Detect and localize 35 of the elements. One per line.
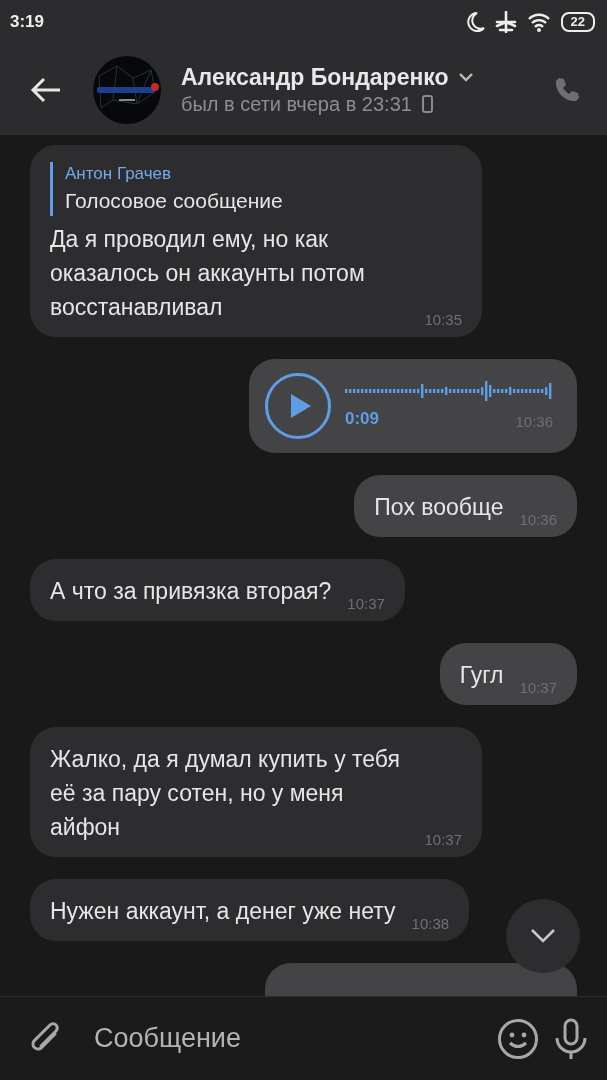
chevron-down-icon	[530, 928, 556, 944]
message-input-field[interactable]: Сообщение	[92, 1022, 483, 1055]
message-time: 10:37	[424, 830, 462, 850]
message-time: 10:38	[411, 914, 450, 934]
chevron-down-icon	[458, 72, 473, 82]
message-text: Жалко, да я думал купить у тебя её за пару сотен, но у меня айфон	[50, 745, 401, 842]
voice-duration: 0:09	[345, 408, 380, 430]
reply-author: Антон Грачев	[65, 163, 173, 185]
emoji-button[interactable]	[497, 1017, 539, 1060]
microphone-button[interactable]	[553, 1017, 589, 1060]
last-seen-status: был в сети вчера в 23:31	[181, 92, 412, 116]
message-time: 10:37	[347, 594, 385, 614]
back-button[interactable]	[30, 76, 62, 103]
message-text: Нужен аккаунт, а денег уже нету	[50, 897, 396, 926]
message-text: Гугл	[459, 661, 504, 690]
smiley-icon	[497, 1017, 539, 1060]
airplane-icon	[494, 11, 517, 33]
wifi-icon	[526, 12, 551, 32]
phone-icon	[553, 75, 581, 104]
call-button[interactable]	[553, 75, 581, 104]
play-button[interactable]	[265, 373, 331, 439]
message-time: 10:35	[424, 310, 462, 330]
message-text: Да я проводил ему, но как оказалось он аккаунты потом восстанавливал	[50, 225, 366, 322]
back-arrow-icon	[30, 76, 62, 103]
message-text: Пох вообще	[374, 493, 504, 522]
play-icon	[290, 393, 312, 419]
microphone-icon	[553, 1017, 589, 1060]
battery-indicator: 22	[560, 12, 595, 32]
moon-icon	[464, 11, 485, 33]
mobile-phone-icon	[421, 95, 433, 113]
contact-name[interactable]: Александр Бондаренко	[181, 63, 449, 91]
reply-text: Голосовое сообщение	[65, 188, 284, 214]
message-text: А что за привязка вторая?	[50, 577, 332, 606]
waveform-drawing[interactable]	[345, 380, 553, 402]
clock: 3:19	[10, 12, 45, 32]
